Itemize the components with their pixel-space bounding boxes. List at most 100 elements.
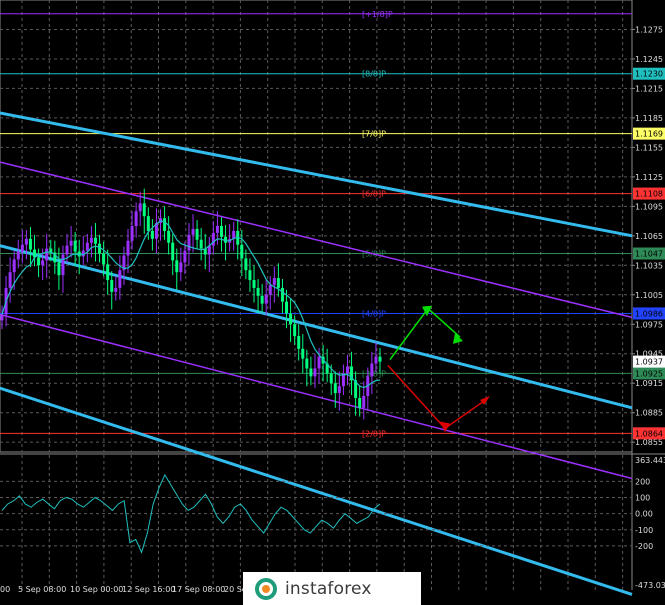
candle-body xyxy=(65,245,69,255)
x-tick-label: 12 Sep 16:00 xyxy=(122,585,175,594)
murrey-level-label: [6/8]P xyxy=(362,190,386,199)
current-price-label: 1.0937 xyxy=(635,358,663,367)
candle-body xyxy=(374,356,378,364)
price-tick-label: 1.1215 xyxy=(635,84,663,93)
channel-middle-line xyxy=(0,244,633,410)
chart-window: 1.1275 1.1245 1.1215 1.1185 1.1155 1.1125 1.10… xyxy=(0,0,665,605)
candle-body xyxy=(378,356,382,362)
candle-body xyxy=(256,287,260,296)
candle-body xyxy=(268,284,272,295)
candle-body xyxy=(41,260,45,266)
cci-tick-label: 200 xyxy=(635,477,650,486)
murrey-level-box-label: 1.0986 xyxy=(635,309,663,318)
candle-body xyxy=(130,226,134,241)
candle-body xyxy=(244,258,248,271)
candle-body xyxy=(150,230,154,239)
candle-body xyxy=(183,250,187,263)
candle-body xyxy=(61,254,65,276)
channel-upper-line xyxy=(0,111,633,238)
candle-body xyxy=(69,240,73,246)
candle-body xyxy=(146,216,150,231)
price-tick-label: 1.1245 xyxy=(635,55,663,64)
price-tick-label: 1.0855 xyxy=(635,438,663,447)
cci-tick-label: 0.00 xyxy=(635,510,653,519)
candle-body xyxy=(345,366,349,374)
candle-body xyxy=(85,242,89,251)
x-tick-label: 10 Sep 00:00 xyxy=(70,585,123,594)
candle-body xyxy=(240,244,244,259)
candle-body xyxy=(167,230,171,243)
candle-body xyxy=(264,294,268,304)
murrey-level-label: [7/8]P xyxy=(362,130,386,139)
candle-body xyxy=(37,257,41,266)
price-tick-label: 1.1065 xyxy=(635,232,663,241)
cci-tick-label: -473.0303 xyxy=(635,581,665,590)
candle-body xyxy=(358,397,362,408)
candle-body xyxy=(337,386,341,394)
candle-body xyxy=(252,280,256,288)
murrey-level-label: [8/8]P xyxy=(362,70,386,79)
candle-body xyxy=(106,264,110,281)
candle-body xyxy=(211,232,215,246)
candle-body xyxy=(114,287,118,292)
candle-body xyxy=(16,251,20,260)
price-tick-label: 1.1185 xyxy=(635,114,663,123)
murrey-level-label: [4/8]P xyxy=(362,309,386,318)
candle-body xyxy=(73,240,77,252)
candle-body xyxy=(248,270,252,281)
price-tick-label: 1.1005 xyxy=(635,291,663,300)
price-tick-label: 1.1035 xyxy=(635,261,663,270)
candle-body xyxy=(8,272,12,288)
candle-body xyxy=(126,240,130,256)
candle-body xyxy=(191,228,195,235)
candle-body xyxy=(285,301,289,314)
logo-text: instaforex xyxy=(285,578,372,599)
murrey-level-label: [3/8]P xyxy=(362,369,386,378)
price-tick-label: 1.0975 xyxy=(635,320,663,329)
candle-body xyxy=(89,237,93,243)
price-tick-label: 1.1275 xyxy=(635,25,663,34)
logo-ring-icon xyxy=(255,577,277,600)
candle-body xyxy=(57,262,61,276)
candle-body xyxy=(305,358,309,369)
instaforex-logo: instaforex xyxy=(243,572,421,605)
price-tick-label: 1.0885 xyxy=(635,409,663,418)
cci-line xyxy=(1,473,381,554)
candle-body xyxy=(362,395,366,408)
murrey-level-box-label: 1.1169 xyxy=(635,130,663,139)
candle-body xyxy=(293,324,297,337)
candle-body xyxy=(280,287,284,302)
murrey-level-box-label: 1.1108 xyxy=(635,190,663,199)
candle-body xyxy=(187,234,191,251)
candle-body xyxy=(102,253,106,265)
cci-tick-label: 100 xyxy=(635,494,650,503)
candle-body xyxy=(297,336,301,349)
candle-body xyxy=(24,238,28,245)
murrey-level-label: [2/8]P xyxy=(362,429,386,438)
candle-body xyxy=(329,373,333,384)
price-tick-label: 1.1125 xyxy=(635,173,663,182)
candle-body xyxy=(215,226,219,233)
x-tick-label: 17 Sep 08:00 xyxy=(172,585,225,594)
candle-body xyxy=(199,239,203,249)
candle-body xyxy=(110,280,114,292)
candle-body xyxy=(0,314,4,321)
candle-body xyxy=(93,237,97,244)
murrey-level-box-label: 1.1230 xyxy=(635,70,663,79)
murrey-level-box-label: 1.0925 xyxy=(635,369,663,378)
candle-body xyxy=(179,262,183,273)
price-tick-label: 1.1155 xyxy=(635,143,663,152)
candle-body xyxy=(370,363,374,377)
price-tick-label: 1.0915 xyxy=(635,379,663,388)
candle-body xyxy=(195,228,199,240)
price-chart: 1.1275 1.1245 1.1215 1.1185 1.1155 1.1125 1.10… xyxy=(0,0,665,596)
candle-body xyxy=(163,218,167,231)
candle-body xyxy=(219,226,223,237)
candle-body xyxy=(175,260,179,273)
price-tick-label: 1.1095 xyxy=(635,202,663,211)
cci-tick-label: 363.4436 xyxy=(635,456,665,465)
candle-body xyxy=(142,203,146,217)
candle-body xyxy=(45,248,49,261)
candle-body xyxy=(171,242,175,261)
candle-body xyxy=(12,259,16,273)
